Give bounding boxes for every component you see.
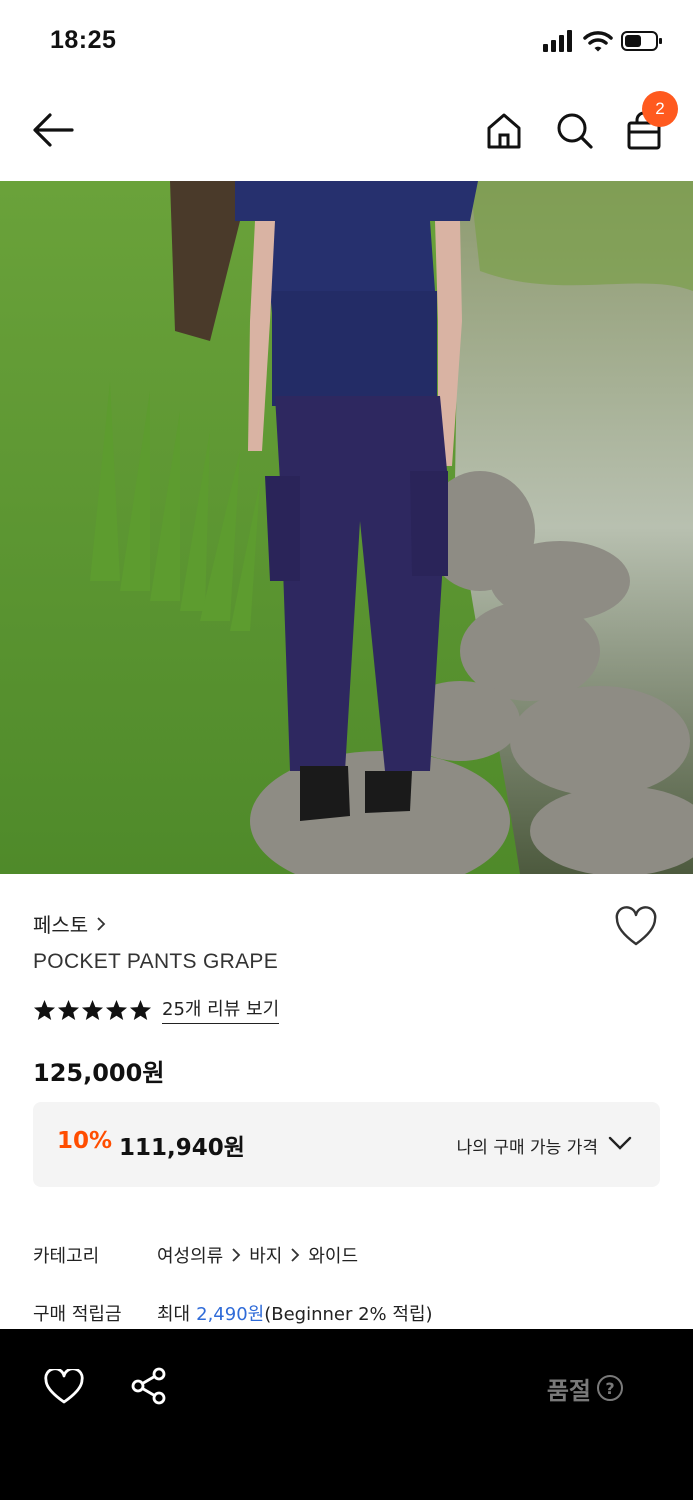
points-suffix: (Beginner 2% 적립) — [264, 1304, 433, 1325]
points-label: 구매 적립금 — [33, 1304, 122, 1325]
discount-rate: 10% — [57, 1128, 113, 1154]
brand-link[interactable]: 페스토 — [33, 909, 106, 938]
product-title: POCKET PANTS GRAPE — [33, 950, 279, 973]
star-icon — [129, 999, 152, 1020]
chevron-down-icon — [608, 1136, 632, 1150]
points-value-group: 최대 2,490원 (Beginner 2% 적립) — [157, 1300, 433, 1326]
status-icons — [543, 30, 663, 52]
back-arrow-icon[interactable] — [30, 110, 76, 150]
discount-price: 111,940원 — [119, 1135, 245, 1161]
category-item[interactable]: 여성의류 — [157, 1242, 223, 1268]
rating-stars — [33, 999, 152, 1021]
category-row: 카테고리 여성의류 바지 와이드 — [33, 1242, 358, 1268]
chevron-right-icon — [97, 916, 106, 931]
home-icon[interactable] — [484, 110, 524, 152]
star-icon — [33, 999, 56, 1020]
points-row: 구매 적립금 최대 2,490원 (Beginner 2% 적립) — [33, 1300, 433, 1326]
category-item[interactable]: 와이드 — [308, 1242, 358, 1268]
my-price-label: 나의 구매 가능 가격 — [456, 1138, 598, 1158]
status-bar: 18:25 — [0, 0, 693, 82]
bottom-action-bar: 품절 ? — [0, 1329, 693, 1500]
share-icon[interactable] — [130, 1367, 168, 1405]
my-price-dropdown[interactable]: 10% 111,940원 나의 구매 가능 가격 — [33, 1102, 660, 1187]
star-icon — [105, 999, 128, 1020]
brand-name: 페스토 — [33, 913, 89, 937]
review-link[interactable]: 25개 리뷰 보기 — [162, 995, 280, 1024]
heart-icon[interactable] — [44, 1369, 84, 1405]
chevron-right-icon — [232, 1248, 241, 1262]
product-image[interactable] — [0, 181, 693, 874]
original-price: 125,000원 — [33, 1059, 165, 1087]
category-item[interactable]: 바지 — [249, 1242, 282, 1268]
signal-icon — [543, 30, 572, 52]
category-breadcrumb: 여성의류 바지 와이드 — [157, 1242, 358, 1268]
wishlist-heart-icon[interactable] — [614, 906, 658, 948]
points-value: 2,490원 — [196, 1304, 265, 1325]
soldout-label: 품절 — [546, 1377, 591, 1405]
battery-icon — [621, 31, 662, 51]
status-time: 18:25 — [50, 26, 117, 54]
points-prefix: 최대 — [157, 1304, 191, 1325]
star-icon — [57, 999, 80, 1020]
help-icon[interactable]: ? — [597, 1375, 623, 1401]
rating-row: 25개 리뷰 보기 — [33, 995, 280, 1024]
wifi-icon — [583, 31, 613, 52]
star-icon — [81, 999, 104, 1020]
top-nav — [0, 82, 693, 181]
cart-count-badge: 2 — [642, 91, 678, 127]
search-icon[interactable] — [554, 110, 594, 152]
category-label: 카테고리 — [33, 1246, 100, 1267]
chevron-right-icon — [291, 1248, 300, 1262]
